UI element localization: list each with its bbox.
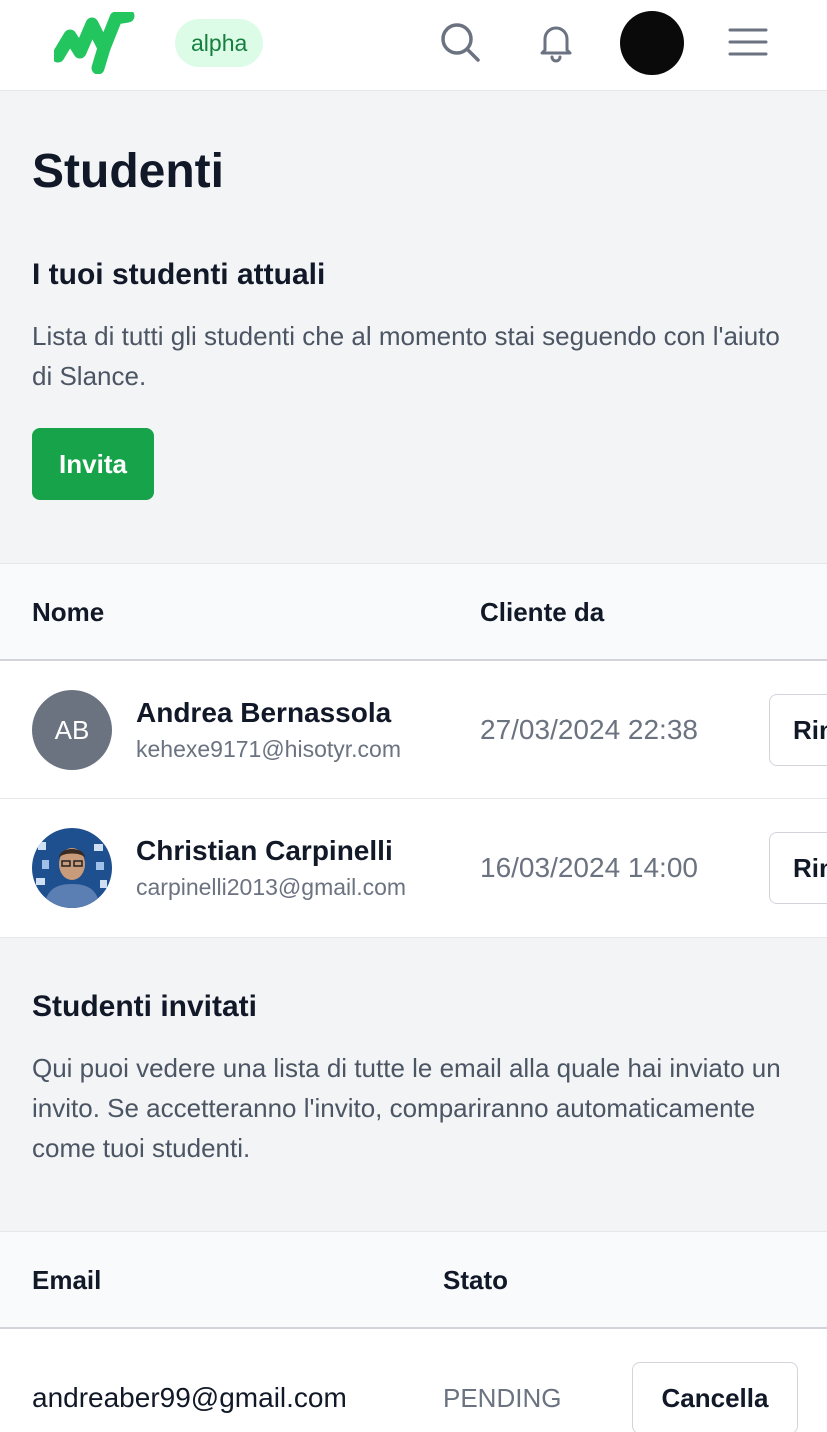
cancel-invite-button[interactable]: Cancella <box>632 1362 798 1432</box>
notifications-button[interactable] <box>532 18 580 66</box>
menu-icon <box>728 28 768 56</box>
top-navigation-bar: alpha <box>0 0 827 91</box>
profile-photo-icon <box>32 828 112 908</box>
table-row: Christian Carpinelli carpinelli2013@gmai… <box>0 799 827 937</box>
invite-status: PENDING <box>443 1383 562 1413</box>
client-since-date: 16/03/2024 14:00 <box>480 852 698 883</box>
table-row: andreaber99@gmail.com PENDING Cancella <box>0 1329 827 1432</box>
search-icon <box>441 23 480 62</box>
alpha-badge: alpha <box>175 19 264 67</box>
remove-student-button[interactable]: Rimuovi <box>769 832 827 904</box>
student-avatar-photo <box>32 828 112 908</box>
invited-students-description: Qui puoi vedere una lista di tutte le em… <box>32 1053 781 1163</box>
client-since-date: 27/03/2024 22:38 <box>480 714 698 745</box>
invited-students-title: Studenti invitati <box>32 990 257 1023</box>
column-header-status: Stato <box>443 1265 508 1295</box>
bell-icon <box>540 26 572 63</box>
column-header-name: Nome <box>32 597 105 627</box>
current-students-description: Lista di tutti gli studenti che al momen… <box>32 321 780 391</box>
remove-student-button[interactable]: Rimuovi <box>769 694 827 766</box>
table-row: AB Andrea Bernassola kehexe9171@hisotyr.… <box>0 661 827 799</box>
table-header: Email Stato <box>0 1232 827 1329</box>
invite-button[interactable]: Invita <box>32 428 154 500</box>
column-header-client-since: Cliente da <box>480 597 605 627</box>
student-email: kehexe9171@hisotyr.com <box>136 736 401 762</box>
search-button[interactable] <box>436 18 484 66</box>
menu-button[interactable] <box>724 18 772 66</box>
invited-students-table: Email Stato andreaber99@gmail.com PENDIN… <box>0 1231 827 1432</box>
invited-email: andreaber99@gmail.com <box>32 1382 347 1413</box>
current-students-title: I tuoi studenti attuali <box>32 258 326 291</box>
student-name: Christian Carpinelli <box>136 835 393 866</box>
table-header: Nome Cliente da <box>0 564 827 661</box>
column-header-email: Email <box>32 1265 102 1295</box>
avatar-initials: AB <box>32 690 112 770</box>
student-name: Andrea Bernassola <box>136 697 392 728</box>
slance-logo[interactable] <box>54 12 136 74</box>
user-avatar[interactable] <box>620 11 684 75</box>
student-email: carpinelli2013@gmail.com <box>136 874 407 900</box>
current-students-table: Nome Cliente da AB Andrea Bernassola keh… <box>0 563 827 938</box>
page-title: Studenti <box>32 145 224 198</box>
student-avatar: AB <box>32 690 112 770</box>
